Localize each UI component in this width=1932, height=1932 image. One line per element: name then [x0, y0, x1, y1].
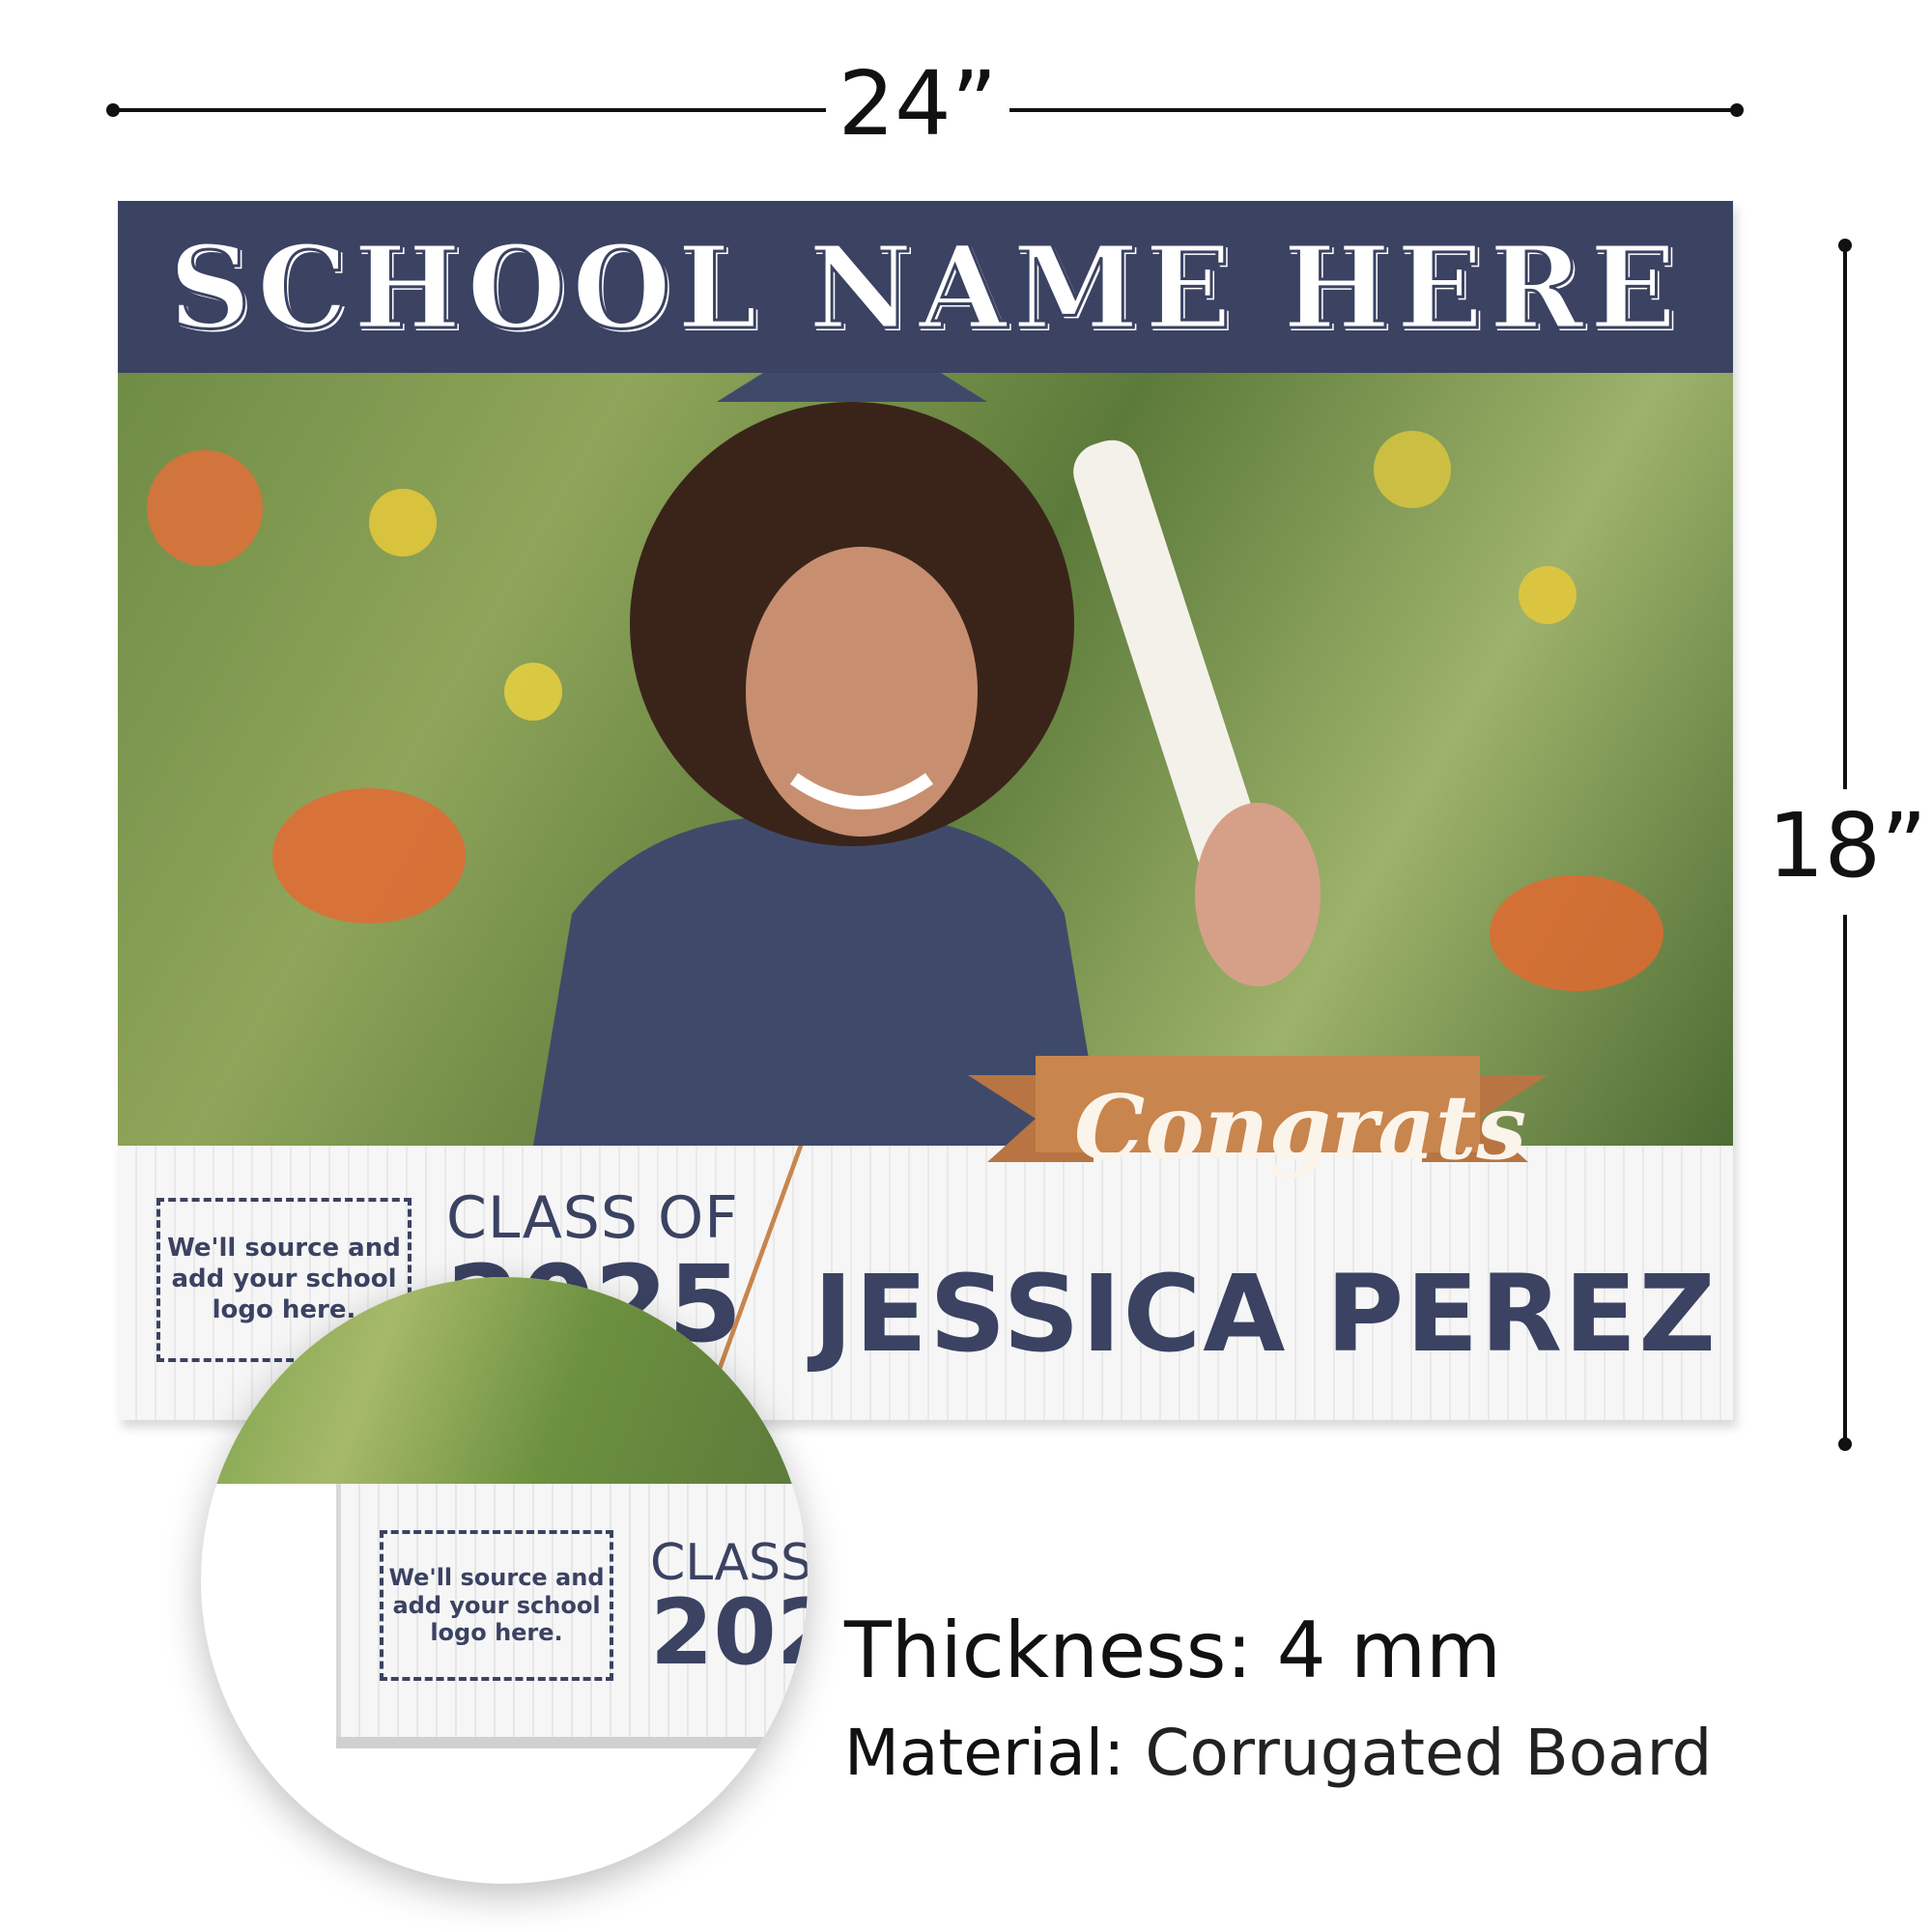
graduate-photo [118, 373, 1733, 1146]
dimension-endpoint [1730, 103, 1744, 117]
magnified-year: 202 [650, 1580, 808, 1686]
dimension-line-top [1843, 243, 1847, 789]
yard-sign: SCHOOL NAME HERE We'll source and add yo… [118, 201, 1733, 1420]
dimension-line-right [1009, 108, 1737, 112]
thickness-magnifier: We'll source and add your school logo he… [201, 1277, 808, 1884]
sign-header: SCHOOL NAME HERE [118, 201, 1733, 373]
graduate-name: JESSICA PEREZ [813, 1252, 1719, 1376]
magnified-footer: We'll source and add your school logo he… [336, 1484, 808, 1737]
graduate-figure [533, 373, 1321, 1146]
school-name: SCHOOL NAME HERE [167, 218, 1683, 355]
width-label: 24” [838, 52, 998, 156]
dimension-line-left [111, 108, 826, 112]
material-spec: Material: Corrugated Board [844, 1716, 1712, 1790]
thickness-label: Thickness: [844, 1605, 1253, 1695]
congrats-text: Congrats [1074, 1075, 1527, 1179]
thickness-spec: Thickness: 4 mm [844, 1605, 1501, 1695]
material-value: Corrugated Board [1145, 1716, 1713, 1790]
dimension-line-bottom [1843, 915, 1847, 1446]
material-label: Material: [844, 1716, 1125, 1790]
magnified-logo-placeholder: We'll source and add your school logo he… [380, 1530, 613, 1681]
dimension-endpoint [1838, 1437, 1852, 1451]
height-label: 18” [1768, 794, 1927, 897]
board-edge [336, 1737, 808, 1748]
thickness-value: 4 mm [1276, 1605, 1501, 1695]
magnified-photo [201, 1277, 808, 1484]
